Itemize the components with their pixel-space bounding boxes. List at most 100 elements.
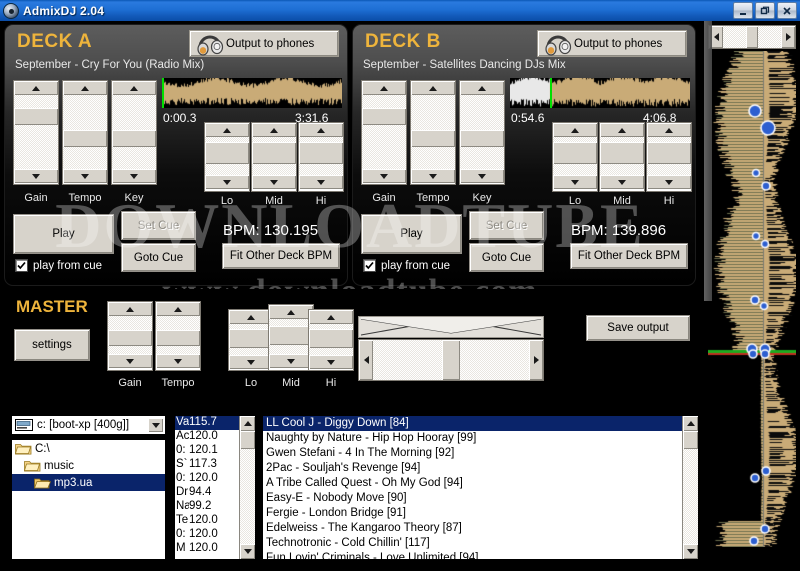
- deck-b-gain-down-arrow[interactable]: [362, 169, 406, 183]
- deck-a-hi-down-arrow[interactable]: [299, 175, 343, 189]
- crossfader-left-arrow[interactable]: [359, 340, 373, 380]
- deck-a-tempo-trough-bottom[interactable]: [63, 147, 107, 169]
- deck-b-set-cue-button[interactable]: Set Cue: [469, 211, 544, 240]
- deck-b-hi-up-arrow[interactable]: [647, 123, 691, 137]
- tree-item-root[interactable]: C:\: [12, 440, 165, 457]
- restore-button[interactable]: [755, 2, 775, 19]
- bpm-list-item[interactable]: S` 117.3: [175, 458, 239, 472]
- playlist-scroll-thumb[interactable]: [683, 431, 698, 449]
- bpm-list-item[interactable]: M 120.0: [175, 542, 239, 556]
- close-button[interactable]: [777, 2, 797, 19]
- bpm-list-item[interactable]: Te 120.0: [175, 514, 239, 528]
- tree-item-music[interactable]: music: [12, 457, 165, 474]
- deck-b-key-up-arrow[interactable]: [460, 81, 504, 95]
- deck-b-hi-down-arrow[interactable]: [647, 175, 691, 189]
- deck-a-goto-cue-button[interactable]: Goto Cue: [121, 243, 196, 272]
- deck-a-gain-trough-top[interactable]: [14, 95, 58, 108]
- master-gain-trough-bottom[interactable]: [108, 346, 152, 354]
- deck-a-mid-trough-bottom[interactable]: [252, 164, 296, 175]
- deck-b-mid-down-arrow[interactable]: [600, 175, 644, 189]
- drive-select[interactable]: c: [boot-xp [400g]]: [11, 415, 166, 435]
- master-hi-trough-bottom[interactable]: [309, 348, 353, 355]
- deck-a-mid-thumb[interactable]: [252, 142, 296, 164]
- deck-b-play-button[interactable]: Play: [361, 214, 462, 254]
- deck-b-key-thumb[interactable]: [460, 130, 504, 147]
- deck-b-tempo-thumb[interactable]: [411, 130, 455, 147]
- deck-a-lo-thumb[interactable]: [205, 142, 249, 164]
- deck-b-mid-trough-bottom[interactable]: [600, 164, 644, 175]
- master-gain-thumb[interactable]: [108, 330, 152, 346]
- deck-b-hi-slider[interactable]: [646, 122, 692, 192]
- deck-a-tempo-slider[interactable]: [62, 80, 108, 185]
- master-gain-down-arrow[interactable]: [108, 354, 152, 368]
- deck-b-lo-down-arrow[interactable]: [553, 175, 597, 189]
- master-lo-thumb[interactable]: [229, 329, 273, 348]
- deck-b-gain-thumb[interactable]: [362, 108, 406, 125]
- deck-b-key-slider[interactable]: [459, 80, 505, 185]
- crossfader-trough-left[interactable]: [373, 340, 442, 380]
- deck-a-key-thumb[interactable]: [112, 130, 156, 147]
- deck-b-tempo-up-arrow[interactable]: [411, 81, 455, 95]
- deck-a-gain-slider[interactable]: [13, 80, 59, 185]
- save-output-button[interactable]: Save output: [586, 315, 690, 341]
- master-mid-trough-top[interactable]: [269, 319, 313, 326]
- deck-b-tempo-down-arrow[interactable]: [411, 169, 455, 183]
- master-hi-slider[interactable]: [308, 309, 354, 371]
- bpm-list-item[interactable]: Na 99.2: [175, 500, 239, 514]
- deck-b-tempo-trough-top[interactable]: [411, 95, 455, 130]
- deck-b-lo-thumb[interactable]: [553, 142, 597, 164]
- minimize-button[interactable]: [733, 2, 753, 19]
- playlist-item[interactable]: Fun Lovin' Criminals - Love Unlimited [9…: [263, 551, 682, 559]
- deck-b-tempo-slider[interactable]: [410, 80, 456, 185]
- playlist-item[interactable]: A Tribe Called Quest - Oh My God [94]: [263, 476, 682, 491]
- bpm-list-scroll-track[interactable]: [240, 449, 255, 544]
- master-tempo-down-arrow[interactable]: [156, 354, 200, 368]
- master-lo-down-arrow[interactable]: [229, 355, 273, 369]
- deck-a-hi-slider[interactable]: [298, 122, 344, 192]
- deck-a-hi-trough-bottom[interactable]: [299, 164, 343, 175]
- beatmatch-waveform[interactable]: [708, 51, 796, 547]
- master-hi-down-arrow[interactable]: [309, 355, 353, 369]
- deck-a-key-down-arrow[interactable]: [112, 169, 156, 183]
- master-tempo-thumb[interactable]: [156, 330, 200, 346]
- master-tempo-up-arrow[interactable]: [156, 302, 200, 316]
- master-mid-thumb[interactable]: [269, 326, 313, 345]
- deck-a-hi-thumb[interactable]: [299, 142, 343, 164]
- deck-a-key-slider[interactable]: [111, 80, 157, 185]
- bpm-list-scroll-down[interactable]: [240, 544, 255, 559]
- deck-a-output-to-phones-button[interactable]: Output to phones: [189, 30, 339, 57]
- playlist-item[interactable]: LL Cool J - Diggy Down [84]: [263, 416, 682, 431]
- settings-button[interactable]: settings: [14, 329, 90, 361]
- deck-b-key-down-arrow[interactable]: [460, 169, 504, 183]
- master-gain-up-arrow[interactable]: [108, 302, 152, 316]
- master-hi-thumb[interactable]: [309, 329, 353, 348]
- deck-b-goto-cue-button[interactable]: Goto Cue: [469, 243, 544, 272]
- deck-a-lo-down-arrow[interactable]: [205, 175, 249, 189]
- deck-a-gain-up-arrow[interactable]: [14, 81, 58, 95]
- master-lo-up-arrow[interactable]: [229, 310, 273, 324]
- beatmatch-zoom-trough-right[interactable]: [758, 26, 781, 48]
- deck-a-gain-down-arrow[interactable]: [14, 169, 58, 183]
- deck-a-fit-other-deck-bpm-button[interactable]: Fit Other Deck BPM: [222, 243, 340, 269]
- master-tempo-slider[interactable]: [155, 301, 201, 371]
- deck-b-lo-up-arrow[interactable]: [553, 123, 597, 137]
- crossfader-trough-right[interactable]: [460, 340, 529, 380]
- deck-b-key-trough-bottom[interactable]: [460, 147, 504, 169]
- master-mid-up-arrow[interactable]: [269, 305, 313, 319]
- deck-a-play-from-cue-box[interactable]: [15, 259, 28, 272]
- folder-tree[interactable]: C:\ music mp3.ua: [11, 439, 166, 560]
- deck-a-key-trough-bottom[interactable]: [112, 147, 156, 169]
- deck-b-gain-slider[interactable]: [361, 80, 407, 185]
- crossfader-thumb[interactable]: [442, 340, 460, 380]
- deck-a-hi-up-arrow[interactable]: [299, 123, 343, 137]
- deck-a-tempo-trough-top[interactable]: [63, 95, 107, 130]
- master-tempo-trough-bottom[interactable]: [156, 346, 200, 354]
- deck-a-lo-trough-bottom[interactable]: [205, 164, 249, 175]
- bpm-list-item[interactable]: 0: 120.1: [175, 444, 239, 458]
- crossfader-right-arrow[interactable]: [529, 340, 543, 380]
- deck-b-tempo-trough-bottom[interactable]: [411, 147, 455, 169]
- master-gain-trough-top[interactable]: [108, 316, 152, 330]
- crossfader[interactable]: [358, 339, 544, 381]
- bpm-list-item[interactable]: Dr 94.4: [175, 486, 239, 500]
- bpm-list-scrollbar[interactable]: [239, 416, 255, 559]
